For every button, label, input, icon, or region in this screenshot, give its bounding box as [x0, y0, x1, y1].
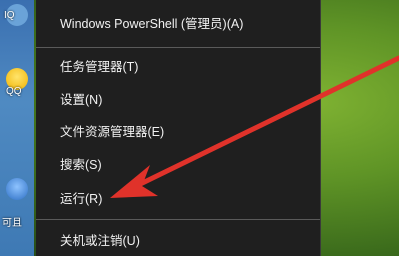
menu-item-run[interactable]: 运行(R)	[36, 185, 320, 213]
menu-item-label: 运行(R)	[60, 192, 103, 206]
app-icon	[6, 178, 28, 200]
desktop-shortcut-label: IQ	[4, 10, 15, 21]
desktop-shortcut-label: 可且	[2, 218, 22, 229]
menu-item-file-explorer[interactable]: 文件资源管理器(E)	[36, 118, 320, 146]
menu-item-search[interactable]: 搜索(S)	[36, 151, 320, 179]
menu-item-label: 关机或注销(U)	[60, 234, 140, 248]
desktop-shortcut-1[interactable]: IQ	[0, 2, 30, 36]
desktop-shortcut-label: QQ	[6, 86, 22, 97]
desktop-shortcut-3[interactable]: 可且	[0, 176, 30, 229]
winx-context-menu: Windows PowerShell (管理员)(A) 任务管理器(T) 设置(…	[36, 0, 321, 256]
desktop-shortcut-qq[interactable]: QQ	[0, 66, 30, 100]
menu-separator	[36, 47, 320, 48]
menu-item-shutdown-signout[interactable]: 关机或注销(U)	[36, 227, 320, 255]
menu-item-task-manager[interactable]: 任务管理器(T)	[36, 53, 320, 81]
menu-item-powershell-admin[interactable]: Windows PowerShell (管理员)(A)	[36, 10, 320, 38]
menu-item-label: Windows PowerShell (管理员)(A)	[60, 17, 244, 31]
menu-item-label: 文件资源管理器(E)	[60, 125, 165, 139]
menu-item-label: 搜索(S)	[60, 158, 102, 172]
menu-item-label: 任务管理器(T)	[60, 60, 139, 74]
menu-separator	[36, 219, 320, 220]
menu-item-label: 设置(N)	[60, 93, 103, 107]
menu-item-settings[interactable]: 设置(N)	[36, 86, 320, 114]
